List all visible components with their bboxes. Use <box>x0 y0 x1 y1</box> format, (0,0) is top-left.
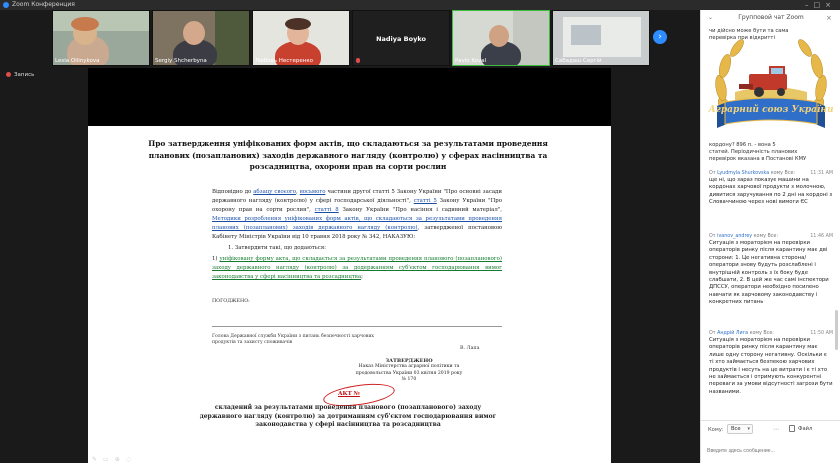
zoom-app-icon <box>3 2 9 8</box>
approval-heading: ПОГОДЖЕНО: <box>212 299 250 304</box>
message-time: 11:46 AM <box>810 234 833 239</box>
from-prefix: От <box>709 331 716 336</box>
window-titlebar: Zoom Конференция –□× <box>0 0 840 10</box>
text-run: Закону України "Про насіння і садивний м… <box>338 207 502 213</box>
window-controls[interactable]: –□× <box>805 0 836 10</box>
chat-message-meta: От Lyudmyla Shurkovska кому Все: 11:31 A… <box>709 171 833 176</box>
more-options-icon[interactable]: ⋯ <box>773 426 779 433</box>
act-title: АКТ № <box>338 391 360 397</box>
message-time: 11:31 AM <box>810 171 833 176</box>
chat-message: От ivanov_andrey кому Все: 11:46 AM Ситу… <box>709 234 833 307</box>
message-recipient: кому Все: <box>749 331 774 336</box>
participant-name: Sergiy Shcherbyna <box>155 58 207 64</box>
file-label: Файл <box>798 426 813 432</box>
to-label: Кому: <box>708 427 724 433</box>
shared-document: Про затвердження уніфікованих форм актів… <box>88 126 611 463</box>
participant-name: Nadiya Boyko <box>376 35 426 43</box>
recording-dot-icon <box>6 72 11 77</box>
document-title: Про затвердження уніфікованих форм актів… <box>148 139 548 171</box>
logo-banner-text: Аграрний союз України <box>707 104 833 115</box>
text-run: Відповідно до <box>212 189 254 195</box>
shared-screen: Про затвердження уніфікованих форм актів… <box>88 68 611 463</box>
participant-name: Pavlo Koval <box>455 58 487 64</box>
signatory-name: В. Лапа <box>460 346 480 351</box>
participant-tile[interactable]: Lesia Oliinykova <box>52 10 150 66</box>
chat-message-text: Ситуація з мораторієм на перевірки опера… <box>709 240 829 306</box>
chat-message-fragment: перевірок вказана в Постанові КМУ <box>709 156 807 162</box>
chat-message-meta: От ivanov_andrey кому Все: 11:46 AM <box>709 234 833 239</box>
chat-message-text: Ситуація з мораторієм на перевірки опера… <box>709 337 833 395</box>
meeting-area: Lesia Oliinykova Sergiy Shcherbyna Любов… <box>0 10 700 463</box>
participant-tile[interactable]: Sergiy Shcherbyna <box>152 10 250 66</box>
chat-title: Групповой чат Zoom <box>738 14 804 21</box>
chat-message-input[interactable] <box>707 444 835 458</box>
close-icon[interactable]: × <box>826 10 836 26</box>
participant-name: Lesia Oliinykova <box>55 58 100 64</box>
window-title: Zoom Конференция <box>12 1 75 8</box>
file-button[interactable]: Файл <box>789 424 833 434</box>
message-sender[interactable]: Андрій Лига <box>717 331 748 336</box>
chevron-down-icon: ▾ <box>747 426 750 432</box>
message-recipient: кому Все: <box>770 171 796 176</box>
gallery-next-page-button[interactable]: › <box>653 30 667 44</box>
chat-message-meta: От Андрій Лига кому Все: 11:50 AM <box>709 331 833 336</box>
recipient-value: Все <box>731 426 741 432</box>
document-link[interactable]: статті 8 <box>315 207 339 213</box>
participant-tile[interactable]: Сабадаш Сергій <box>552 10 650 66</box>
message-sender[interactable]: ivanov_andrey <box>717 234 752 239</box>
from-prefix: От <box>709 234 716 239</box>
chat-message-text: ще ні, що зараз показує машини на кордон… <box>709 177 833 206</box>
participant-tile[interactable]: Pavlo Koval <box>452 10 550 66</box>
muted-mic-icon <box>356 58 360 63</box>
document-item: 1) уніфіковану форму акта, що складаєтьс… <box>212 255 502 282</box>
chat-header: ⌄ Групповой чат Zoom <box>701 10 840 26</box>
approval-block: ЗАТВЕРДЖЕНО Наказ Міністерства аграрної … <box>354 358 464 384</box>
recipient-select[interactable]: Все ▾ <box>727 424 753 434</box>
from-prefix: От <box>709 171 716 176</box>
divider <box>212 326 502 327</box>
chat-message: От Lyudmyla Shurkovska кому Все: 11:31 A… <box>709 171 833 207</box>
chat-panel: ⌄ Групповой чат Zoom × чи дійсно може бу… <box>700 10 840 463</box>
chat-scrollbar[interactable] <box>835 310 838 350</box>
signatory-position: Голова Державної служби України з питань… <box>212 334 374 346</box>
approval-body: Наказ Міністерства аграрної політики та … <box>355 364 463 383</box>
recording-indicator: Запись <box>6 72 34 78</box>
document-link[interactable]: восьмого <box>300 189 326 195</box>
participant-name: Сабадаш Сергій <box>555 58 602 64</box>
message-time: 11:50 AM <box>810 331 833 336</box>
chevron-down-icon[interactable]: ⌄ <box>708 10 713 26</box>
document-paragraph: Відповідно до абзацу своєого, восьмого ч… <box>212 188 502 242</box>
participant-gallery: Lesia Oliinykova Sergiy Shcherbyna Любов… <box>52 10 650 66</box>
chat-footer: Кому: Все ▾ ⋯ Файл <box>701 420 840 463</box>
text-run: ; <box>361 274 363 280</box>
participant-name: Любовь Нестеренко <box>255 58 314 64</box>
participant-tile[interactable]: Любовь Нестеренко <box>252 10 350 66</box>
chat-message: От Андрій Лига кому Все: 11:50 AM Ситуац… <box>709 331 833 396</box>
recording-label: Запись <box>14 72 35 78</box>
agrarian-union-logo: Аграрний союз України <box>707 39 834 128</box>
document-item: 1. Затвердити такі, що додаються: <box>228 245 326 251</box>
annotation-toolbar[interactable]: ✎▭⊕◌ <box>92 456 137 463</box>
document-link[interactable]: абзацу своєого <box>253 189 296 195</box>
message-recipient: кому Все: <box>753 234 778 239</box>
participant-tile[interactable]: Nadiya Boyko <box>352 10 450 66</box>
file-icon <box>789 425 795 432</box>
document-link[interactable]: статті 5 <box>414 198 437 204</box>
document-link[interactable]: уніфіковану форму акта, що складається з… <box>212 256 502 280</box>
act-description: складений за результатами проведення пла… <box>199 404 497 428</box>
message-sender[interactable]: Lyudmyla Shurkovska <box>717 171 769 176</box>
